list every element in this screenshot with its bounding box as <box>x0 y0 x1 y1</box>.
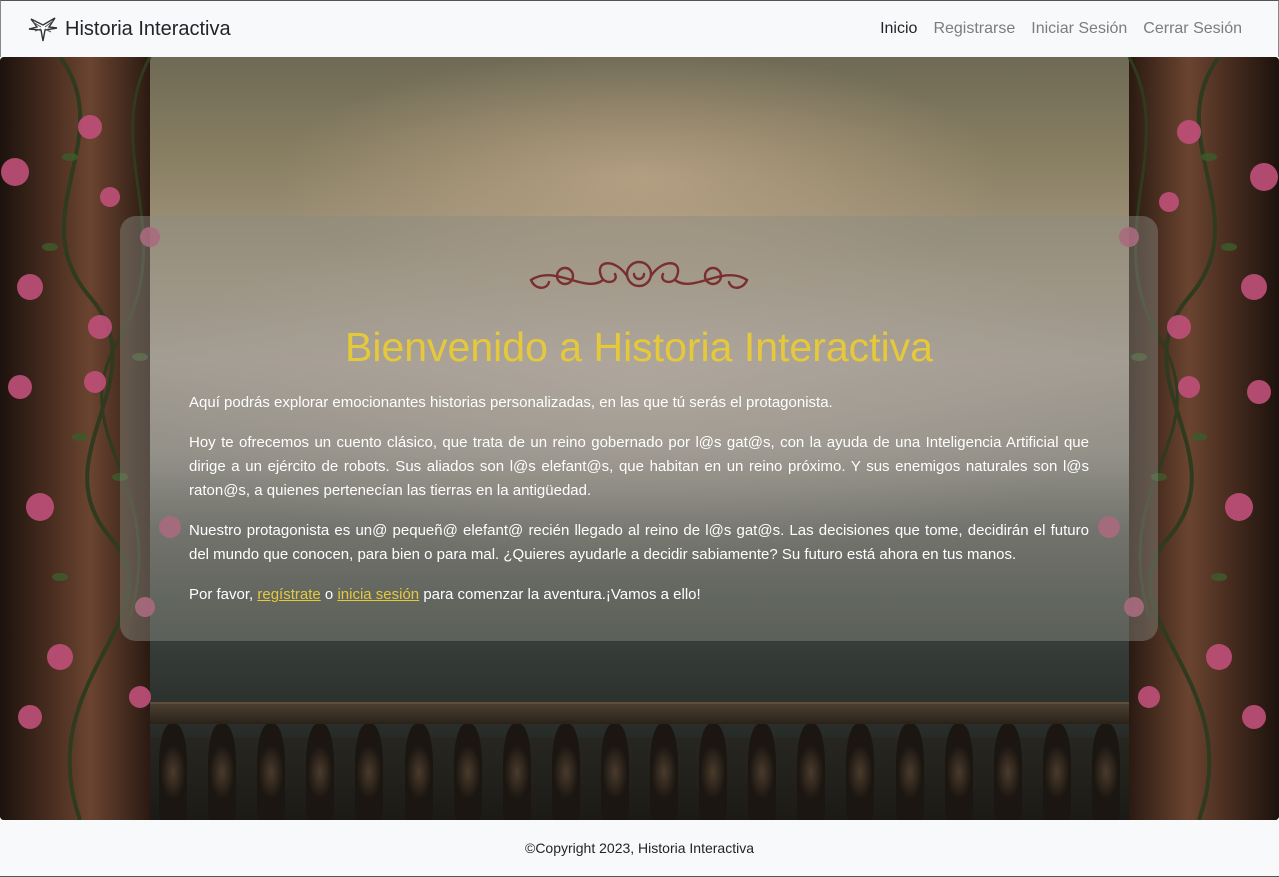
baluster <box>257 724 286 820</box>
baluster <box>453 724 482 820</box>
baluster <box>748 724 777 820</box>
baluster <box>797 724 826 820</box>
ornament-divider-icon <box>529 260 749 289</box>
copyright-text: ©Copyright 2023, Historia Interactiva <box>525 840 754 856</box>
baluster <box>600 724 629 820</box>
intro-paragraph: Aquí podrás explorar emocionantes histor… <box>189 394 833 411</box>
hero-background: Bienvenido a Historia Interactiva Aquí p… <box>0 57 1279 820</box>
baluster <box>699 724 728 820</box>
baluster <box>208 724 237 820</box>
page-title: Bienvenido a Historia Interactiva <box>345 324 933 370</box>
baluster <box>1042 724 1071 820</box>
nav-item-cerrar-sesion[interactable]: Cerrar Sesión <box>1143 20 1242 38</box>
tree-icon <box>28 17 58 42</box>
cta-middle: o <box>320 586 338 603</box>
baluster <box>944 724 973 820</box>
brand-name: Historia Interactiva <box>65 17 231 40</box>
register-link[interactable]: regístrate <box>257 586 320 603</box>
balustrade-rail <box>95 702 1184 724</box>
footer: ©Copyright 2023, Historia Interactiva <box>0 820 1279 877</box>
welcome-card: Bienvenido a Historia Interactiva Aquí p… <box>120 216 1158 641</box>
brand-link[interactable]: Historia Interactiva <box>27 15 231 43</box>
navbar: Historia Interactiva Inicio Registrarse … <box>0 0 1279 57</box>
cta-prefix: Por favor, <box>189 586 258 603</box>
baluster <box>404 724 433 820</box>
baluster <box>306 724 335 820</box>
story-paragraph: Hoy te ofrecemos un cuento clásico, que … <box>189 434 1089 499</box>
protagonist-paragraph: Nuestro protagonista es un@ pequeñ@ elef… <box>189 522 1089 563</box>
nav-item-registrarse[interactable]: Registrarse <box>933 20 1015 38</box>
baluster <box>993 724 1022 820</box>
baluster <box>355 724 384 820</box>
nav-menu: Inicio Registrarse Iniciar Sesión Cerrar… <box>880 20 1242 38</box>
baluster <box>502 724 531 820</box>
baluster <box>551 724 580 820</box>
cta-paragraph: Por favor, regístrate o inicia sesión pa… <box>189 583 1089 607</box>
baluster <box>895 724 924 820</box>
balustrade <box>110 724 1169 820</box>
nav-item-inicio[interactable]: Inicio <box>880 20 917 38</box>
baluster <box>846 724 875 820</box>
login-link[interactable]: inicia sesión <box>337 586 419 603</box>
nav-item-iniciar-sesion[interactable]: Iniciar Sesión <box>1031 20 1127 38</box>
baluster <box>650 724 679 820</box>
cta-suffix: para comenzar la aventura.¡Vamos a ello! <box>419 586 701 603</box>
intro-text: Aquí podrás explorar emocionantes histor… <box>189 391 1089 623</box>
